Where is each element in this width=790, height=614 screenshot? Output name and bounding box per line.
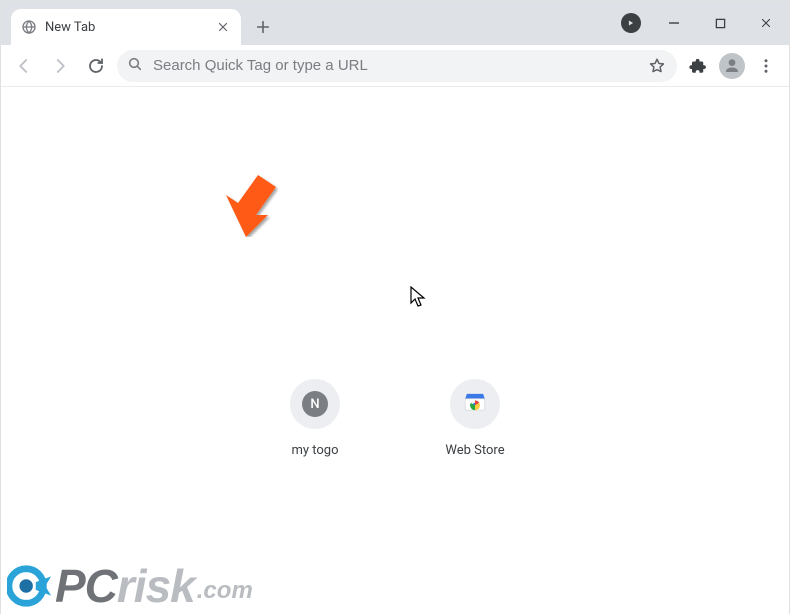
shortcut-label: my togo [291, 443, 338, 458]
new-tab-page: N my togo Web Store [1, 87, 789, 614]
profile-avatar-button[interactable] [719, 53, 745, 79]
menu-button[interactable] [751, 51, 781, 81]
watermark-logo-icon [7, 563, 53, 609]
omnibox-input[interactable] [153, 57, 637, 74]
shortcut-letter-icon: N [302, 391, 328, 417]
tab-strip: New Tab [1, 1, 789, 45]
annotation-arrow-icon [208, 167, 278, 241]
reload-button[interactable] [81, 51, 111, 81]
omnibox[interactable] [117, 50, 677, 82]
shortcut-tile: N [290, 379, 340, 429]
window-minimize-button[interactable] [651, 5, 697, 41]
mouse-cursor-icon [410, 286, 428, 314]
toolbar [1, 45, 789, 87]
search-icon [127, 56, 143, 76]
shortcut-tile [450, 379, 500, 429]
tab-title: New Tab [45, 20, 207, 35]
webstore-icon [462, 389, 488, 419]
watermark-ext: .com [197, 577, 253, 605]
window-close-button[interactable] [743, 5, 789, 41]
extensions-button[interactable] [683, 51, 713, 81]
tab-close-button[interactable] [215, 19, 231, 35]
back-button[interactable] [9, 51, 39, 81]
shortcut-mytogo[interactable]: N my togo [259, 379, 371, 458]
media-indicator-icon[interactable] [621, 13, 641, 33]
window-controls [621, 1, 789, 45]
watermark: PCrisk .com [7, 563, 253, 609]
shortcut-label: Web Store [445, 443, 504, 458]
globe-icon [21, 19, 37, 35]
window-maximize-button[interactable] [697, 5, 743, 41]
new-tab-button[interactable] [249, 13, 277, 41]
bookmark-star-button[interactable] [647, 56, 667, 76]
watermark-text: PCrisk [55, 563, 195, 609]
forward-button[interactable] [45, 51, 75, 81]
browser-tab[interactable]: New Tab [11, 9, 241, 45]
shortcut-webstore[interactable]: Web Store [419, 379, 531, 458]
ntp-shortcuts: N my togo Web Store [1, 379, 789, 458]
